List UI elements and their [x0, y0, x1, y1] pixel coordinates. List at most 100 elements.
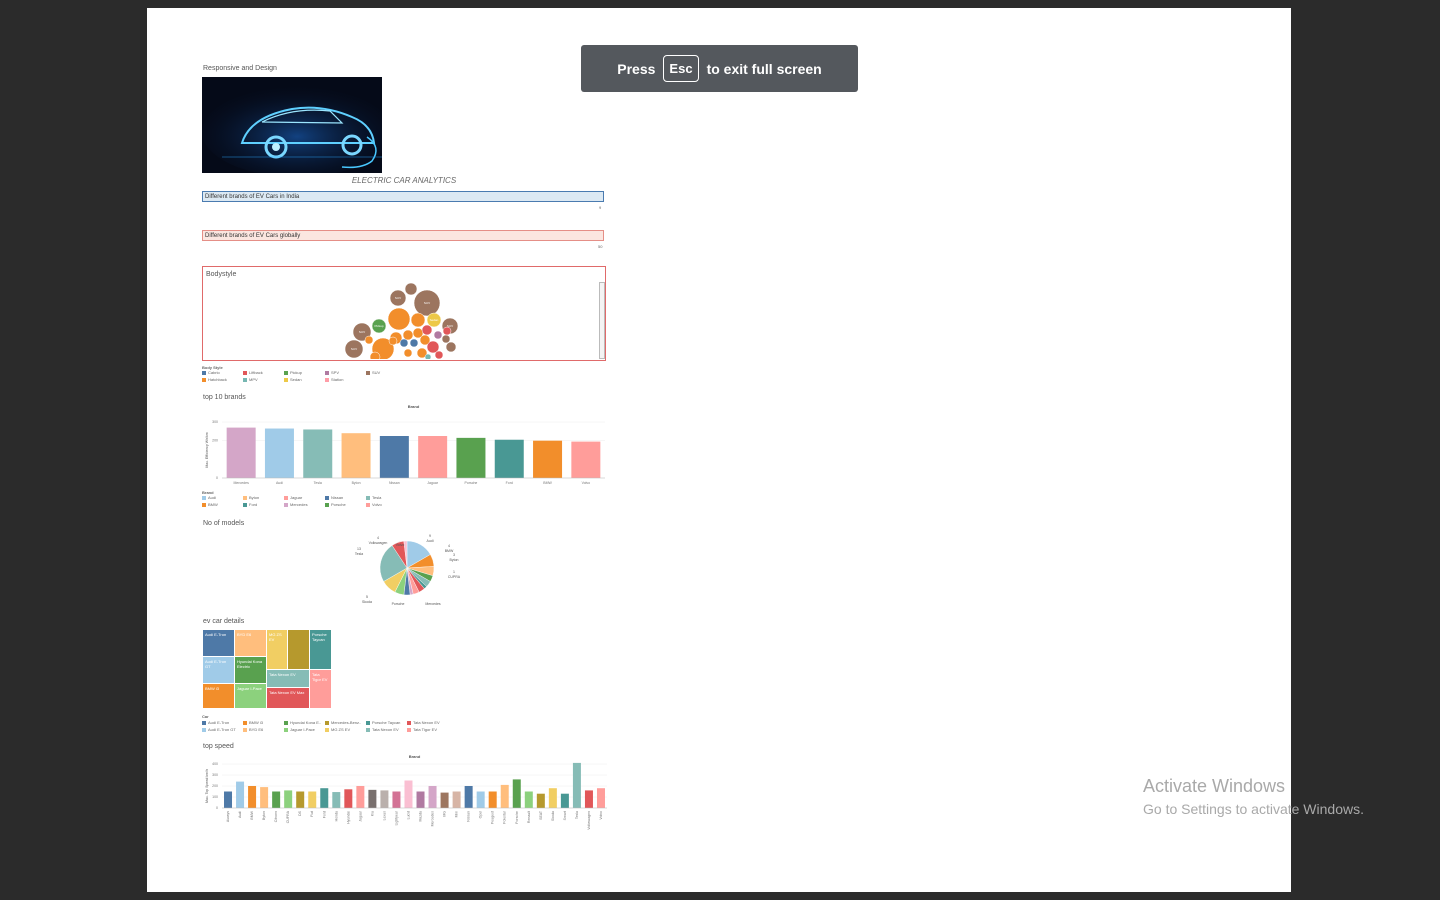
legend-swatch — [366, 727, 370, 732]
pie-name-label: Volvo — [396, 543, 405, 547]
legend-label: Station — [331, 377, 344, 382]
topspeed-x-tick: Fiat — [310, 811, 314, 817]
details-legend-item[interactable]: Audi E-Tron — [202, 720, 229, 725]
treemap-tile[interactable] — [288, 630, 309, 669]
legend-label: Mercedes — [290, 502, 308, 507]
bodystyle-bubble — [388, 336, 398, 346]
top10-legend-item[interactable]: Byton — [243, 495, 259, 500]
legend-swatch — [202, 502, 206, 507]
legend-swatch — [325, 377, 329, 382]
top10-bar — [418, 436, 448, 478]
top10-legend-item[interactable]: Audi — [202, 495, 216, 500]
treemap-tile[interactable]: Tata Nexon EV — [267, 670, 309, 687]
topspeed-x-tick: Honda — [334, 811, 338, 821]
top10-legend-item[interactable]: Porsche — [325, 502, 346, 507]
top10-legend-item[interactable]: Ford — [243, 502, 257, 507]
treemap-tile[interactable]: Tata Tigor EV — [310, 670, 331, 708]
bodystyle-bubble-chart: SUVSUVSUVSUVSUVSedanPickup — [344, 282, 459, 359]
treemap-tile[interactable]: Audi E-Tron — [203, 630, 234, 656]
top10-bar — [379, 436, 409, 478]
topspeed-bar — [428, 786, 437, 808]
details-legend-item[interactable]: Hyundai Kona E.. — [284, 720, 321, 725]
treemap-tile[interactable]: Tata Nexon EV Max — [267, 688, 309, 708]
legend-swatch — [366, 502, 370, 507]
top10-x-tick: BMW — [543, 481, 552, 485]
topspeed-x-tick: Mercedes — [431, 811, 435, 827]
treemap-tile[interactable]: Porsche Taycan — [310, 630, 331, 669]
legend-label: Audi — [208, 495, 217, 500]
bodystyle-legend-item[interactable]: Cabrio — [202, 370, 220, 375]
bodystyle-bubble — [442, 326, 452, 336]
legend-label: Tesla — [372, 495, 382, 500]
top10-x-tick: Tesla — [314, 481, 322, 485]
details-legend-item[interactable]: Audi E-Tron GT — [202, 727, 236, 732]
bodystyle-legend-item[interactable]: MPV — [243, 377, 258, 382]
treemap-tile[interactable]: BYD E6 — [235, 630, 266, 656]
top10-bar — [264, 428, 294, 478]
top10-x-tick: Audi — [276, 481, 283, 485]
details-legend-item[interactable]: BMW i3 — [243, 720, 263, 725]
top10-x-tick: Jaguar — [427, 481, 439, 485]
legend-swatch — [325, 495, 329, 500]
banner-press-text: Press — [617, 60, 656, 77]
details-legend-item[interactable]: Tata Tigor EV — [407, 727, 437, 732]
bodystyle-legend-item[interactable]: Station — [325, 377, 343, 382]
details-legend-item[interactable]: Tata Nexon EV — [366, 727, 399, 732]
legend-swatch — [325, 727, 329, 732]
legend-swatch — [366, 370, 370, 375]
ev-details-treemap: Audi E-Tron BYD E6 MG ZS EV Porsche Taycan A… — [203, 630, 331, 708]
legend-label: Sedan — [290, 377, 302, 382]
details-legend-item[interactable]: Jaguar I-Pace — [284, 727, 315, 732]
bodystyle-legend-item[interactable]: SPV — [325, 370, 339, 375]
dashboard-page: Responsive and Design ELECTRIC CAR ANALY… — [147, 8, 1291, 892]
filter-global-brands[interactable]: Different brands of EV Cars globally — [202, 230, 604, 241]
filter-global-count: 50 — [598, 244, 603, 249]
details-legend-item[interactable]: Porsche Taycan — [366, 720, 400, 725]
pie-name-label: Byton — [450, 558, 459, 562]
top10-legend-item[interactable]: Mercedes — [284, 502, 308, 507]
legend-label: Cabrio — [208, 370, 220, 375]
legend-label: Liftback — [249, 370, 263, 375]
treemap-tile[interactable]: Audi E-Tron GT — [203, 657, 234, 683]
details-legend-item[interactable]: MG ZS EV — [325, 727, 350, 732]
filter-india-brands[interactable]: Different brands of EV Cars in India — [202, 191, 604, 202]
top10-legend-item[interactable]: Nissan — [325, 495, 343, 500]
top10-legend-item[interactable]: Tesla — [366, 495, 381, 500]
top10-legend-item[interactable]: BMW — [202, 502, 218, 507]
topspeed-x-tick: MG — [443, 811, 447, 817]
legend-label: Jaguar — [290, 495, 303, 500]
topspeed-bar — [272, 791, 281, 808]
filter-global-label: Different brands of EV Cars globally — [205, 233, 301, 239]
topspeed-bar — [596, 788, 605, 808]
legend-swatch — [202, 720, 206, 725]
bodystyle-legend-item[interactable]: Hatchback — [202, 377, 227, 382]
bodystyle-legend-item[interactable]: Liftback — [243, 370, 263, 375]
topspeed-x-tick: Opel — [479, 811, 483, 819]
models-pie-chart: 9 Audi 4 BMW 3 Byton 1 CUPRA Mercedes Porsche 5 Sko… — [347, 526, 467, 616]
topspeed-x-tick: Citroen — [274, 811, 278, 822]
top10-legend-item[interactable]: Volvo — [366, 502, 382, 507]
topspeed-bar — [452, 791, 461, 808]
details-legend-item[interactable]: Mercedes-Benz.. — [325, 720, 361, 725]
top10-legend-item[interactable]: Jaguar — [284, 495, 302, 500]
esc-key-icon: Esc — [663, 55, 699, 82]
topspeed-x-tick: Volkswagen — [587, 811, 591, 830]
bodystyle-legend-item[interactable]: SUV — [366, 370, 380, 375]
treemap-tile[interactable]: Hyundai Kona Electric — [235, 657, 266, 683]
details-legend-item[interactable]: Tata Nexon EV — [407, 720, 440, 725]
treemap-tile[interactable]: Jaguar I-Pace — [235, 684, 266, 708]
bodystyle-bubble — [410, 312, 426, 328]
legend-label: Nissan — [331, 495, 344, 500]
topspeed-bar — [368, 789, 377, 808]
topspeed-x-tick: DS — [298, 810, 302, 816]
treemap-tile[interactable]: BMW i3 — [203, 684, 234, 708]
legend-swatch — [243, 502, 247, 507]
topspeed-x-tick: Mini — [455, 811, 459, 818]
bodystyle-legend-item[interactable]: Sedan — [284, 377, 302, 382]
legend-swatch — [407, 727, 411, 732]
dashboard-title: ELECTRIC CAR ANALYTICS — [351, 176, 457, 185]
models-pie-svg: 9Audi4BMW3Byton1CUPRAMercedesPorsche5Sko… — [355, 534, 461, 606]
bodystyle-legend-item[interactable]: Pickup — [284, 370, 302, 375]
treemap-tile[interactable]: MG ZS EV — [267, 630, 287, 669]
details-legend-item[interactable]: BYD E6 — [243, 727, 263, 732]
